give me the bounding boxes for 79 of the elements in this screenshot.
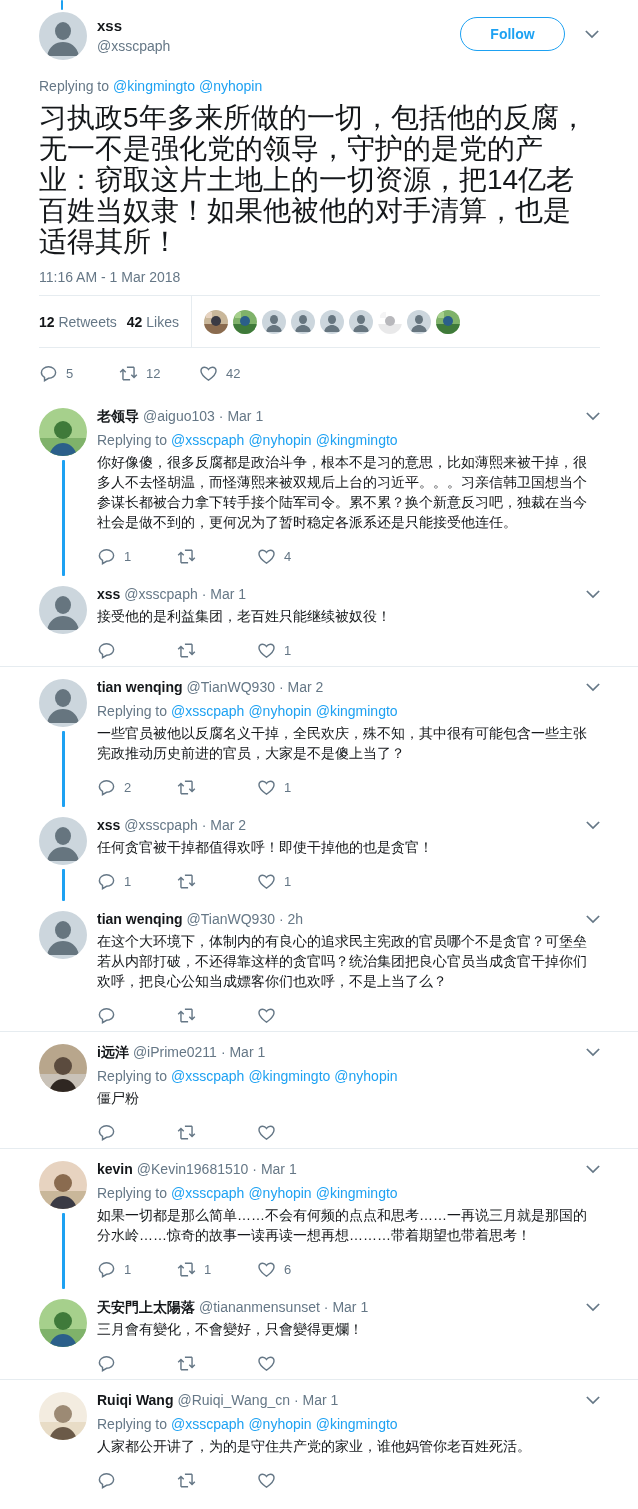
replying-label: Replying to (97, 1184, 168, 1203)
user-handle[interactable]: @TianWQ930 (186, 677, 275, 697)
mention-link[interactable]: @xsscpaph (171, 701, 245, 721)
user-name[interactable]: 老领导 (97, 406, 139, 426)
action-count: 42 (226, 365, 241, 381)
tweet-time[interactable]: · Mar 1 (252, 1159, 297, 1179)
action-count: 1 (124, 873, 132, 889)
action-count: 1 (284, 642, 292, 658)
timestamp[interactable]: 11:16 AM - 1 Mar 2018 (39, 267, 600, 287)
tweet-text: 你好像傻，很多反腐都是政治斗争，根本不是习的意思，比如薄熙来被干掉，很多人不去怪胡温，而怪薄熙来被双规后上台的习近平。。。习亲信韩卫国想当个参谋长都被合力拿下转手接个陆军司令。累不累？换个新意反习吧，独裁在当今社会是做不到的，更何况为了暂时稳定各派系还是只能接受他连任。 (97, 453, 588, 532)
user-name[interactable]: tian wenqing (97, 909, 183, 929)
replying-label: Replying to (97, 431, 168, 450)
tweet-text: 僵尸粉 (97, 1089, 140, 1108)
user-handle[interactable]: @aiguo103 (143, 406, 215, 426)
user-name[interactable]: xss (97, 16, 460, 36)
user-name[interactable]: Ruiqi Wang (97, 1390, 174, 1410)
tweet-text: 如果一切都是那么简单……不会有何频的点点和思考……一再说三月就是那国的分水岭……惊奇的故事一读再读一想再想………带着期望也带着思考！ (97, 1206, 588, 1245)
action-count: 1 (204, 1261, 212, 1277)
replying-label: Replying to (97, 1415, 168, 1434)
action-count: 4 (284, 548, 292, 564)
action-count: 1 (284, 779, 292, 795)
replying-label: Replying to (39, 77, 110, 96)
stat-link[interactable]: 12 Retweets (39, 313, 117, 330)
replying-label: Replying to (97, 1067, 168, 1086)
user-handle[interactable]: @xsscpaph (124, 815, 198, 835)
mention-link[interactable]: @xsscpaph (171, 430, 245, 450)
mention-link[interactable]: @kingmingto (248, 1066, 331, 1086)
user-handle[interactable]: @xsscpaph (124, 584, 198, 604)
mention-link[interactable]: @nyhopin (248, 1414, 312, 1434)
mention-link[interactable]: @kingmingto (113, 76, 195, 96)
action-count: 2 (124, 779, 132, 795)
mention-link[interactable]: @nyhopin (334, 1066, 398, 1086)
mention-link[interactable]: @xsscpaph (171, 1066, 245, 1086)
user-name[interactable]: 天安門上太陽落 (97, 1297, 195, 1317)
action-count: 1 (124, 548, 132, 564)
tweet-text: 三月會有變化，不會變好，只會變得更爛！ (97, 1320, 364, 1339)
tweet-time[interactable]: · Mar 2 (278, 677, 324, 697)
mention-link[interactable]: @kingmingto (315, 701, 398, 721)
action-count: 1 (124, 1261, 132, 1277)
mention-link[interactable]: @kingmingto (315, 1414, 398, 1434)
user-name[interactable]: i远洋 (97, 1042, 129, 1062)
tweet-text: 一些官员被他以反腐名义干掉，全民欢庆，殊不知，其中很有可能包含一些主张宪政推动历史前进的官员，大家是不是傻上当了？ (97, 724, 588, 763)
user-handle[interactable]: @Ruiqi_Wang_cn (177, 1390, 290, 1410)
mention-link[interactable]: @nyhopin (248, 1183, 312, 1203)
user-handle[interactable]: @iPrime0211 (132, 1042, 217, 1062)
action-count: 5 (66, 365, 74, 381)
replying-label: Replying to (97, 702, 168, 721)
tweet-time[interactable]: · Mar 1 (201, 584, 247, 604)
tweet-time[interactable]: · Mar 2 (201, 815, 247, 835)
action-count: 6 (284, 1261, 292, 1277)
mention-link[interactable]: @xsscpaph (171, 1414, 245, 1434)
user-name[interactable]: tian wenqing (97, 677, 183, 697)
tweet-time[interactable]: · Mar 1 (294, 1390, 339, 1410)
stat-link[interactable]: 42 Likes (126, 313, 179, 330)
user-handle[interactable]: @TianWQ930 (186, 909, 275, 929)
tweet-text: 任何贪官被干掉都值得欢呼！即使干掉他的也是贪官！ (97, 838, 434, 857)
tweet-time[interactable]: · Mar 1 (323, 1297, 369, 1317)
mention-link[interactable]: @nyhopin (248, 430, 312, 450)
tweet-time[interactable]: · Mar 1 (218, 406, 264, 426)
user-name[interactable]: xss (97, 584, 121, 604)
action-count: 12 (146, 365, 161, 381)
user-handle[interactable]: @Kevin19681510 (136, 1159, 249, 1179)
mention-link[interactable]: @xsscpaph (171, 1183, 245, 1203)
mention-link[interactable]: @kingmingto (315, 430, 398, 450)
follow-button[interactable]: Follow (460, 17, 565, 51)
tweet-text: 习执政5年多来所做的一切，包括他的反腐，无一不是强化党的领导，守护的是党的产业：窃取这片土地上的一切资源，把14亿老百姓当奴隶！如果他被他的对手清算，也是适得其所！ (39, 102, 587, 257)
user-name[interactable]: kevin (97, 1159, 133, 1179)
mention-link[interactable]: @kingmingto (315, 1183, 398, 1203)
tweet-time[interactable]: · 2h (278, 909, 304, 929)
mention-link[interactable]: @nyhopin (248, 701, 312, 721)
tweet-text: 在这个大环境下，体制内的有良心的追求民主宪政的官员哪个不是贪官？可堡垒若从内部打破，不还得靠这样的贪官吗？统治集团把良心官员当成贪官干掉你们欢呼，把良心公知当成嫖客你们也欢呼，不是上当了么？ (97, 932, 588, 991)
tweet-text: 人家都公开讲了，为的是守住共产党的家业，谁他妈管你老百姓死活。 (97, 1437, 532, 1456)
action-count: 1 (284, 873, 292, 889)
user-handle[interactable]: @tiananmensunset (199, 1297, 320, 1317)
tweet-time[interactable]: · Mar 1 (220, 1042, 266, 1062)
mention-link[interactable]: @nyhopin (198, 76, 263, 96)
user-name[interactable]: xss (97, 815, 121, 835)
tweet-text: 接受他的是利益集团，老百姓只能继续被奴役！ (97, 607, 392, 626)
user-handle[interactable]: @xsscpaph (97, 36, 460, 56)
